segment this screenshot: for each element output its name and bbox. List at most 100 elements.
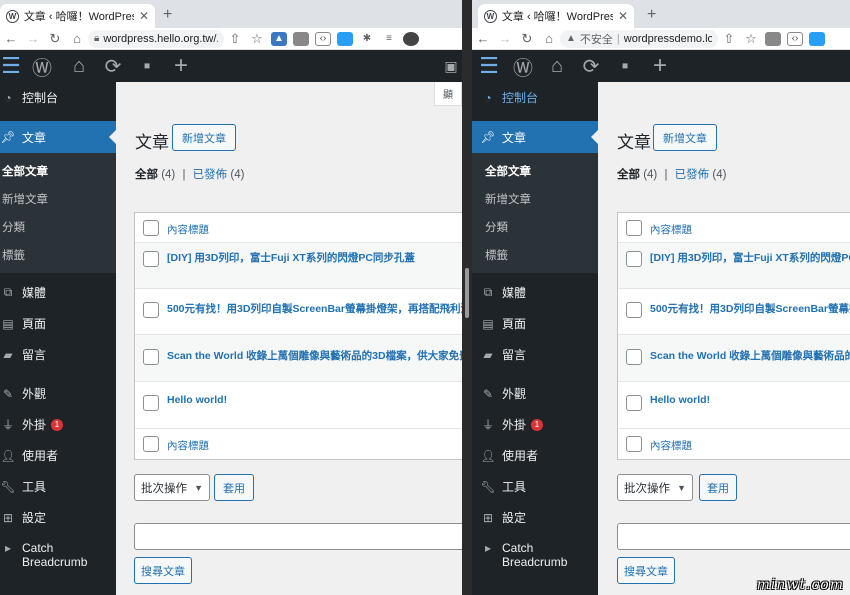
- bulk-action-select[interactable]: 批次操作 ▼: [617, 474, 693, 501]
- reload-icon[interactable]: ↻: [44, 28, 66, 50]
- close-tab-icon[interactable]: ✕: [618, 9, 628, 23]
- sidebar-item-users[interactable]: 👤︎ 使用者: [472, 440, 598, 471]
- post-title-link[interactable]: Hello world!: [650, 394, 710, 406]
- updates-icon[interactable]: ⟳: [96, 50, 130, 82]
- add-new-post-button[interactable]: 新增文章: [172, 124, 236, 151]
- home-icon[interactable]: ⌂: [538, 28, 560, 50]
- wordpress-logo-icon[interactable]: Ⓦ: [506, 50, 540, 82]
- sidebar-item-posts[interactable]: 📌︎ 文章: [0, 121, 116, 153]
- search-input[interactable]: [134, 523, 462, 550]
- select-all-checkbox[interactable]: [143, 436, 159, 452]
- comments-icon[interactable]: ▪: [608, 50, 642, 82]
- search-posts-button[interactable]: 搜尋文章: [617, 557, 675, 584]
- row-checkbox[interactable]: [626, 395, 642, 411]
- submenu-tags[interactable]: 標籤: [472, 241, 598, 269]
- sidebar-item-media[interactable]: ⧉ 媒體: [472, 277, 598, 308]
- browser-tab[interactable]: W 文章 ‹ 哈囉！WordPress — Wo ✕: [478, 4, 634, 28]
- extension-icon[interactable]: [765, 31, 781, 46]
- post-title-link[interactable]: Hello world!: [167, 394, 227, 406]
- sidebar-item-pages[interactable]: ▤ 頁面: [472, 308, 598, 339]
- post-title-link[interactable]: Scan the World 收錄上萬個雕像與藝術品的3D檔案，供大家免費下載: [650, 348, 850, 363]
- media-control-icon[interactable]: ≡: [381, 32, 397, 46]
- search-input[interactable]: [617, 523, 850, 550]
- submenu-all-posts[interactable]: 全部文章: [472, 157, 598, 185]
- sidebar-item-comments[interactable]: ▰ 留言: [0, 339, 116, 370]
- row-checkbox[interactable]: [143, 251, 159, 267]
- sidebar-item-dashboard[interactable]: ◔ 控制台: [472, 82, 598, 113]
- bookmark-star-icon[interactable]: ☆: [740, 28, 762, 50]
- row-checkbox[interactable]: [626, 251, 642, 267]
- profile-avatar-icon[interactable]: [403, 31, 419, 46]
- screen-options-button[interactable]: 顯: [434, 82, 462, 106]
- column-footer-title[interactable]: 內容標題: [167, 438, 209, 453]
- add-new-post-button[interactable]: 新增文章: [653, 124, 717, 151]
- site-home-icon[interactable]: ⌂: [540, 50, 574, 82]
- home-icon[interactable]: ⌂: [66, 28, 88, 50]
- bulk-action-select[interactable]: 批次操作 ▼: [134, 474, 210, 501]
- column-header-title[interactable]: 內容標題: [167, 222, 209, 237]
- select-all-checkbox[interactable]: [626, 436, 642, 452]
- sidebar-item-settings[interactable]: ⊞ 設定: [0, 502, 116, 533]
- reload-icon[interactable]: ↻: [516, 28, 538, 50]
- post-title-link[interactable]: Scan the World 收錄上萬個雕像與藝術品的3D檔案，供大家免費下載: [167, 348, 462, 363]
- sidebar-item-dashboard[interactable]: ◔ 控制台: [0, 82, 116, 113]
- forward-icon[interactable]: →: [494, 28, 516, 50]
- new-tab-button[interactable]: +: [163, 6, 172, 24]
- search-posts-button[interactable]: 搜尋文章: [134, 557, 192, 584]
- sidebar-item-comments[interactable]: ▰ 留言: [472, 339, 598, 370]
- apply-button[interactable]: 套用: [214, 474, 254, 501]
- row-checkbox[interactable]: [626, 349, 642, 365]
- menu-toggle-icon[interactable]: ☰: [0, 50, 22, 82]
- submenu-categories[interactable]: 分類: [0, 213, 116, 241]
- code-extension-icon[interactable]: ‹›: [315, 31, 331, 46]
- apply-button[interactable]: 套用: [699, 474, 737, 501]
- new-content-icon[interactable]: +: [642, 50, 678, 82]
- back-icon[interactable]: ←: [472, 28, 494, 50]
- site-home-icon[interactable]: ⌂: [62, 50, 96, 82]
- row-checkbox[interactable]: [143, 349, 159, 365]
- menu-toggle-icon[interactable]: ☰: [472, 50, 506, 82]
- post-title-link[interactable]: 500元有找！用3D列印自製ScreenBar螢幕掛燈架，再搭配飛利浦LED: [650, 301, 850, 316]
- filter-all[interactable]: 全部: [135, 169, 158, 181]
- submenu-all-posts[interactable]: 全部文章: [0, 157, 116, 185]
- new-tab-button[interactable]: +: [647, 6, 656, 24]
- row-checkbox[interactable]: [143, 395, 159, 411]
- submenu-add-new[interactable]: 新增文章: [0, 185, 116, 213]
- close-tab-icon[interactable]: ✕: [139, 9, 149, 23]
- sidebar-item-tools[interactable]: 🔧︎ 工具: [472, 471, 598, 502]
- comments-icon[interactable]: ▪: [130, 50, 164, 82]
- sidebar-item-plugins[interactable]: ⏚ 外掛 1: [472, 409, 598, 440]
- window-divider[interactable]: [462, 0, 472, 595]
- sidebar-item-tools[interactable]: 🔧︎ 工具: [0, 471, 116, 502]
- post-title-link[interactable]: [DIY] 用3D列印，富士Fuji XT系列的閃燈PC同步孔蓋: [167, 250, 415, 265]
- sidebar-item-media[interactable]: ⧉ 媒體: [0, 277, 116, 308]
- post-title-link[interactable]: 500元有找！用3D列印自製ScreenBar螢幕掛燈架，再搭配飛利浦LED: [167, 301, 462, 316]
- select-all-checkbox[interactable]: [143, 220, 159, 236]
- account-avatar-icon[interactable]: ▣: [440, 50, 462, 82]
- sidebar-item-catch-breadcrumb[interactable]: ▸ Catch Breadcrumb: [0, 533, 116, 573]
- back-icon[interactable]: ←: [0, 28, 22, 50]
- select-all-checkbox[interactable]: [626, 220, 642, 236]
- puzzle-extensions-icon[interactable]: ✱: [359, 32, 375, 46]
- share-icon[interactable]: ⇧: [224, 28, 246, 50]
- post-title-link[interactable]: [DIY] 用3D列印，富士Fuji XT系列的閃燈PC同步孔蓋: [650, 250, 850, 265]
- submenu-add-new[interactable]: 新增文章: [472, 185, 598, 213]
- bookmark-star-icon[interactable]: ☆: [246, 28, 268, 50]
- row-checkbox[interactable]: [626, 302, 642, 318]
- column-footer-title[interactable]: 內容標題: [650, 438, 692, 453]
- submenu-categories[interactable]: 分類: [472, 213, 598, 241]
- sidebar-item-pages[interactable]: ▤ 頁面: [0, 308, 116, 339]
- sidebar-item-posts[interactable]: 📌︎ 文章: [472, 121, 598, 153]
- resize-handle[interactable]: [465, 268, 469, 318]
- filter-published[interactable]: 已發佈: [193, 169, 228, 181]
- filter-published[interactable]: 已發佈: [675, 169, 710, 181]
- extension-icon[interactable]: [293, 31, 309, 46]
- new-content-icon[interactable]: +: [164, 50, 198, 82]
- filter-all[interactable]: 全部: [617, 169, 640, 181]
- share-icon[interactable]: ⇧: [718, 28, 740, 50]
- code-extension-icon[interactable]: ‹›: [787, 31, 803, 46]
- sidebar-item-settings[interactable]: ⊞ 設定: [472, 502, 598, 533]
- extension-icon[interactable]: [337, 31, 353, 46]
- submenu-tags[interactable]: 標籤: [0, 241, 116, 269]
- sidebar-item-appearance[interactable]: ✎ 外觀: [472, 378, 598, 409]
